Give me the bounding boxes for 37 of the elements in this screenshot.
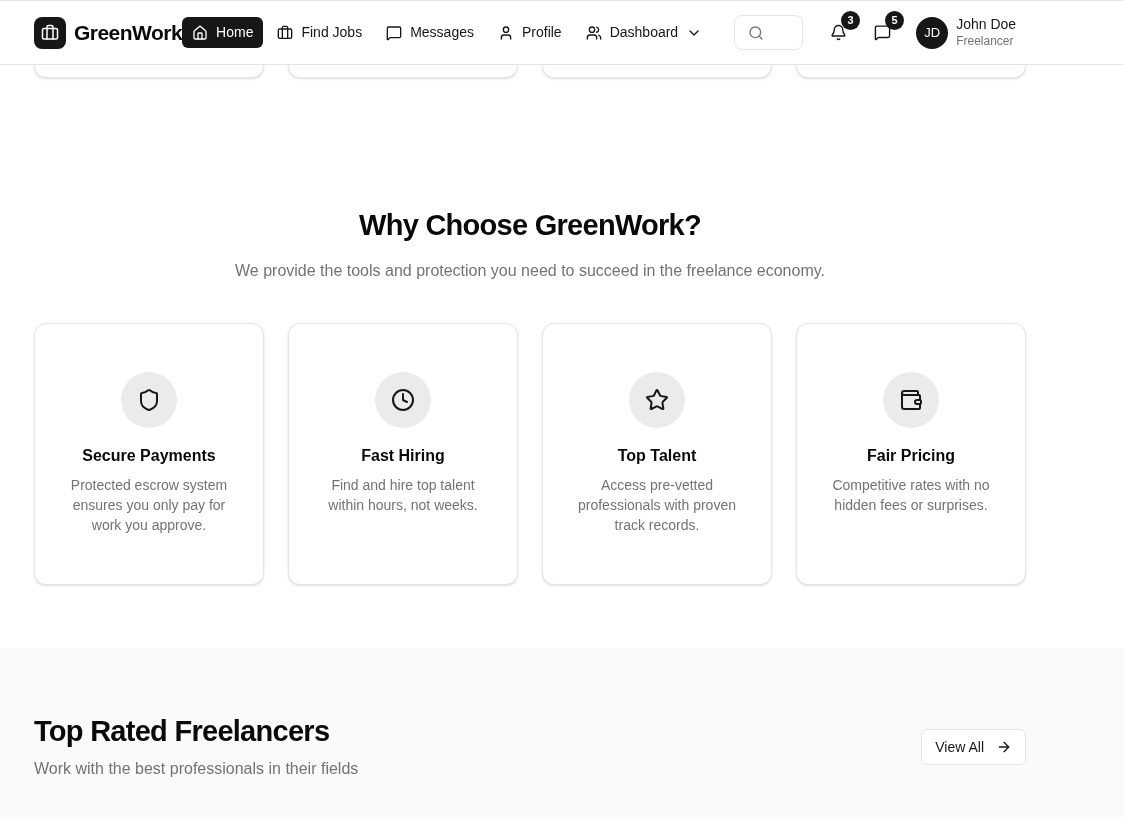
user-role: Freelancer (956, 33, 1015, 49)
people-icon (585, 24, 602, 41)
feature-description: Find and hire top talent within hours, not weeks. (327, 476, 479, 515)
search-field[interactable] (734, 15, 804, 50)
brand-name: GreenWork (74, 19, 183, 46)
section-subtitle: We provide the tools and protection you need to succeed in the freelance economy. (235, 261, 825, 281)
section-title: Top Rated Freelancers (34, 714, 331, 749)
shield-icon (121, 372, 177, 428)
briefcase-icon (277, 24, 294, 41)
wallet-icon (883, 372, 939, 428)
clock-icon (375, 372, 431, 428)
speech-bubble-icon (873, 24, 891, 41)
nav-tab[interactable]: Home (182, 17, 264, 48)
nav-tab[interactable]: Dashboard (575, 17, 713, 48)
nav-tab[interactable]: Profile (487, 17, 572, 48)
feature-description: Competitive rates with no hidden fees or surprises. (831, 476, 991, 515)
section-title: Why Choose GreenWork? (359, 208, 701, 243)
view-all-button[interactable]: View All (921, 729, 1026, 765)
feature-title: Top Talent (617, 446, 697, 466)
search-icon (748, 24, 765, 41)
section-subtitle: Work with the best professionals in their fields (34, 759, 359, 779)
feature-description: Access pre-vetted professionals with proven track records. (577, 476, 737, 535)
house-icon (192, 24, 209, 41)
bell-icon (829, 24, 847, 41)
feature-title: Fast Hiring (361, 446, 445, 466)
speech-bubble-icon (386, 24, 403, 41)
count-badge: 5 (885, 10, 905, 30)
nav-tab[interactable]: Find Jobs (267, 17, 373, 48)
avatar[interactable]: JD (916, 16, 949, 49)
briefcase-icon (41, 23, 59, 42)
nav-tab[interactable]: Messages (376, 17, 484, 48)
feature-title: Secure Payments (82, 446, 216, 466)
feature-title: Fair Pricing (867, 446, 955, 466)
feature-description: Protected escrow system ensures you only pay for work you approve. (69, 476, 229, 535)
arrow-right-icon (996, 739, 1012, 755)
user-name: John Doe (956, 16, 1017, 34)
count-badge: 3 (841, 10, 861, 30)
